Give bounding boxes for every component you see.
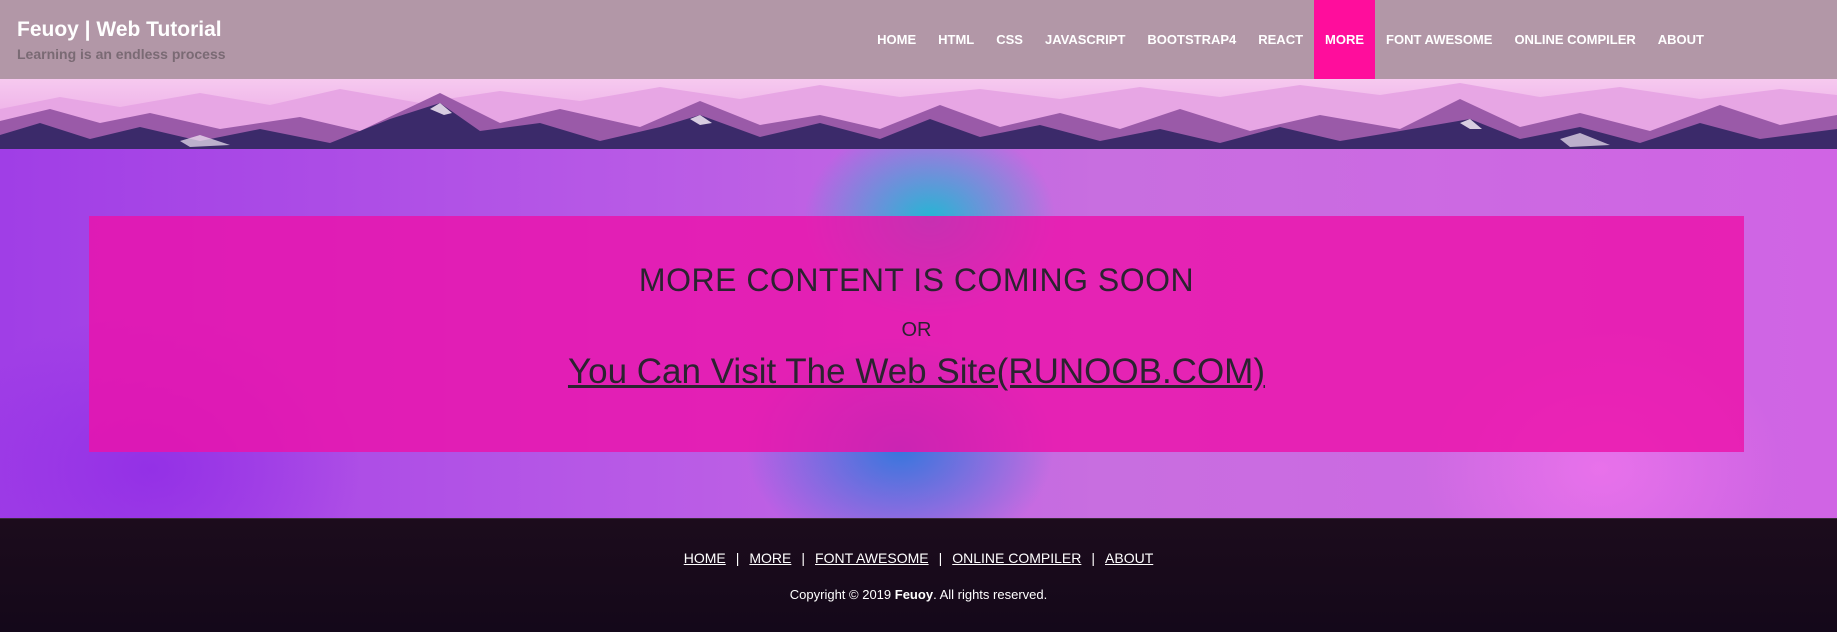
copyright-text: Copyright © 2019 Feuoy. All rights reser…	[0, 587, 1837, 602]
nav-item-css[interactable]: CSS	[985, 0, 1034, 79]
site-footer: HOME | MORE | FONT AWESOME | ONLINE COMPILER | A…	[0, 518, 1837, 632]
runoob-link[interactable]: You Can Visit The Web Site(RUNOOB.COM)	[568, 352, 1265, 392]
footer-separator: |	[1091, 550, 1096, 566]
coming-soon-panel: MORE CONTENT IS COMING SOON OR You Can V…	[89, 216, 1744, 452]
main-nav: HOME HTML CSS JAVASCRIPT BOOTSTRAP4 REAC…	[866, 0, 1715, 79]
footer-link-about[interactable]: ABOUT	[1105, 550, 1153, 566]
nav-item-online-compiler[interactable]: ONLINE COMPILER	[1503, 0, 1646, 79]
site-header: Feuoy | Web Tutorial Learning is an endl…	[0, 0, 1837, 79]
nav-item-more[interactable]: MORE	[1314, 0, 1376, 79]
nav-item-bootstrap4[interactable]: BOOTSTRAP4	[1136, 0, 1247, 79]
copyright-suffix: . All rights reserved.	[933, 587, 1048, 602]
footer-link-more[interactable]: MORE	[749, 550, 791, 566]
nav-item-html[interactable]: HTML	[927, 0, 985, 79]
footer-separator: |	[801, 550, 806, 566]
footer-separator: |	[735, 550, 740, 566]
mountain-banner	[0, 79, 1837, 149]
nav-item-react[interactable]: REACT	[1247, 0, 1314, 79]
panel-heading: MORE CONTENT IS COMING SOON	[638, 262, 1195, 298]
nav-item-home[interactable]: HOME	[866, 0, 927, 79]
nav-item-javascript[interactable]: JAVASCRIPT	[1034, 0, 1136, 79]
copyright-name: Feuoy	[894, 587, 934, 602]
panel-or-text: OR	[901, 319, 932, 341]
nav-item-font-awesome[interactable]: FONT AWESOME	[1375, 0, 1503, 79]
site-subtitle: Learning is an endless process	[17, 46, 226, 62]
footer-link-online-compiler[interactable]: ONLINE COMPILER	[952, 550, 1081, 566]
hero-section: MORE CONTENT IS COMING SOON OR You Can V…	[0, 149, 1837, 518]
mountain-range-image	[0, 83, 1837, 149]
footer-separator: |	[938, 550, 943, 566]
copyright-prefix: Copyright © 2019	[789, 587, 895, 602]
footer-link-home[interactable]: HOME	[684, 550, 726, 566]
footer-link-font-awesome[interactable]: FONT AWESOME	[815, 550, 929, 566]
footer-links: HOME | MORE | FONT AWESOME | ONLINE COMPILER | A…	[0, 550, 1837, 566]
site-title[interactable]: Feuoy | Web Tutorial	[17, 18, 226, 42]
brand: Feuoy | Web Tutorial Learning is an endl…	[17, 18, 226, 62]
nav-item-about[interactable]: ABOUT	[1647, 0, 1715, 79]
